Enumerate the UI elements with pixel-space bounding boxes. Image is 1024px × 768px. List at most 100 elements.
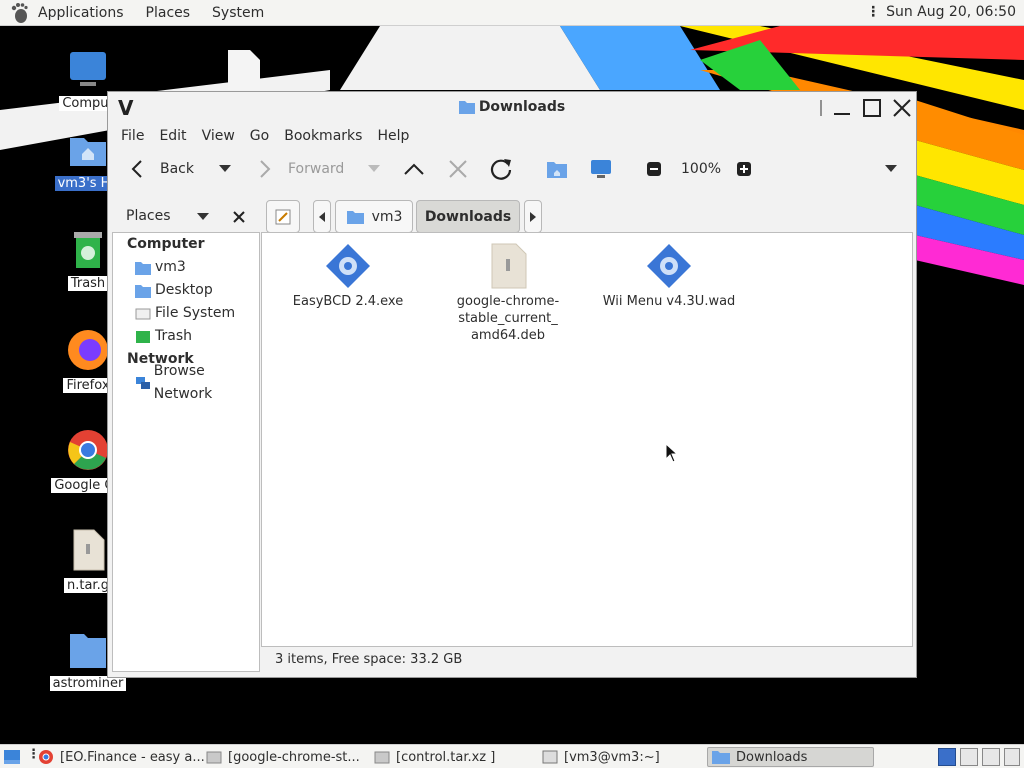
task-label: [control.tar.xz ] [396, 749, 496, 765]
desktop-icon-label: n.tar.g [64, 578, 112, 593]
titlebar[interactable]: V Downloads [108, 92, 916, 124]
executable-icon [326, 244, 370, 288]
task-archive-chrome[interactable]: [google-chrome-st... [206, 747, 372, 767]
toolbar-overflow-dropdown-icon[interactable] [884, 164, 898, 174]
edit-pencil-icon [275, 209, 291, 224]
menu-file[interactable]: File [121, 128, 144, 144]
path-button-vm3[interactable]: vm3 [335, 200, 413, 233]
computer-icon[interactable] [589, 158, 613, 180]
menu-view[interactable]: View [202, 128, 235, 144]
location-bar: Places vm3 Downloads [108, 190, 916, 233]
sidebar-item-file-system[interactable]: File System [113, 302, 259, 325]
file-name-line: amd64.deb [470, 328, 546, 343]
path-scroll-left-button[interactable] [313, 200, 331, 233]
document-icon [228, 50, 260, 90]
sidebar-item-desktop[interactable]: Desktop [113, 279, 259, 302]
terminal-icon [542, 750, 558, 764]
file-name-line: google-chrome- [456, 294, 560, 309]
applications-menu[interactable]: Applications [38, 5, 124, 21]
file-view[interactable]: EasyBCD 2.4.exe google-chrome- stable_cu… [261, 232, 913, 647]
status-bar: 3 items, Free space: 33.2 GB [275, 652, 463, 667]
sidebar-item-trash[interactable]: Trash [113, 325, 259, 348]
workspace-4[interactable] [1004, 748, 1020, 766]
sidebar-item-label: Trash [155, 328, 192, 344]
mouse-cursor-icon [665, 443, 679, 463]
computer-icon [70, 52, 106, 86]
places-sidebar: Computer vm3 Desktop File System Trash N… [112, 232, 260, 672]
back-history-dropdown-icon[interactable] [218, 164, 232, 174]
zoom-out-icon[interactable] [646, 161, 662, 177]
file-item[interactable]: EasyBCD 2.4.exe [278, 233, 418, 310]
menu-bookmarks[interactable]: Bookmarks [284, 128, 362, 144]
sidebar-item-label: Browse Network [153, 362, 213, 402]
close-sidebar-icon[interactable] [232, 210, 246, 224]
menu-edit[interactable]: Edit [159, 128, 186, 144]
trash-icon [136, 330, 150, 343]
places-menu[interactable]: Places [146, 5, 191, 21]
file-name: Wii Menu v4.3U.wad [602, 294, 736, 309]
path-scroll-right-button[interactable] [524, 200, 542, 233]
path-button-downloads[interactable]: Downloads [416, 200, 520, 233]
zoom-level: 100% [681, 161, 722, 177]
workspace-3[interactable] [982, 748, 1000, 766]
sidebar-item-label: File System [155, 305, 236, 321]
sidebar-item-label: Desktop [155, 282, 213, 298]
desktop-icon-label: Trash [67, 276, 109, 291]
close-icon[interactable] [890, 96, 914, 120]
home-folder-icon [70, 138, 106, 166]
workspace-1[interactable] [938, 748, 956, 766]
sidebar-heading-computer: Computer [127, 236, 205, 252]
zoom-in-icon[interactable] [736, 161, 752, 177]
file-name-line: stable_current_ [458, 311, 558, 326]
system-menu[interactable]: System [212, 5, 264, 21]
task-label: Downloads [736, 749, 808, 765]
task-label: [google-chrome-st... [228, 749, 360, 765]
back-arrow-icon [131, 160, 142, 178]
bottom-taskbar: ⋮ [EO.Finance - easy a... [google-chrome… [0, 744, 1024, 768]
file-manager-window: V Downloads File Edit View Go Bookmarks … [107, 91, 917, 678]
task-archive-control[interactable]: [control.tar.xz ] [374, 747, 540, 767]
package-icon [491, 243, 527, 289]
stop-icon[interactable] [447, 158, 469, 180]
path-label: vm3 [371, 208, 403, 225]
file-item[interactable]: google-chrome- stable_current_ amd64.deb [438, 233, 578, 344]
gnome-foot-icon[interactable] [8, 2, 30, 24]
task-downloads[interactable]: Downloads [707, 747, 874, 767]
task-terminal[interactable]: [vm3@vm3:~] [542, 747, 706, 767]
folder-icon [712, 751, 730, 764]
sidebar-item-browse-network[interactable]: Browse Network [113, 363, 259, 402]
workspace-2[interactable] [960, 748, 978, 766]
back-button[interactable]: Back [128, 159, 194, 179]
desktop-icon-label: Firefox [63, 378, 113, 393]
toggle-location-entry-button[interactable] [266, 200, 300, 233]
task-label: [vm3@vm3:~] [564, 749, 660, 765]
reload-icon[interactable] [488, 156, 514, 182]
clock[interactable]: ⋮ Sun Aug 20, 06:50 [866, 4, 1016, 20]
file-item[interactable]: Wii Menu v4.3U.wad [599, 233, 739, 310]
clock-text: Sun Aug 20, 06:50 [886, 4, 1016, 20]
desktop-icon-label: astrominer [49, 676, 127, 691]
menu-help[interactable]: Help [377, 128, 409, 144]
home-folder-icon[interactable] [546, 159, 568, 179]
forward-history-dropdown-icon[interactable] [367, 164, 381, 174]
forward-button[interactable]: Forward [256, 159, 344, 179]
path-label: Downloads [424, 208, 512, 225]
folder-icon [458, 101, 475, 114]
sidebar-item-vm3[interactable]: vm3 [113, 256, 259, 279]
task-chrome[interactable]: [EO.Finance - easy a... [38, 747, 204, 767]
desktop-folder-icon [135, 284, 151, 298]
top-panel: Applications Places System ⋮ Sun Aug 20,… [0, 0, 1024, 26]
panel-handle-icon: ⋮ [866, 4, 881, 20]
up-arrow-icon[interactable] [402, 159, 426, 179]
executable-icon [647, 244, 691, 288]
sidebar-pane-label[interactable]: Places [126, 208, 171, 224]
show-desktop-icon[interactable] [3, 748, 21, 766]
drive-icon [135, 308, 151, 319]
minimize-icon[interactable] [830, 96, 854, 120]
archive-manager-icon [374, 751, 390, 764]
window-title: Downloads [478, 99, 566, 115]
menu-go[interactable]: Go [250, 128, 269, 144]
chrome-icon [39, 750, 53, 764]
sidebar-pane-dropdown-icon[interactable] [196, 212, 210, 222]
maximize-icon[interactable] [860, 96, 884, 120]
